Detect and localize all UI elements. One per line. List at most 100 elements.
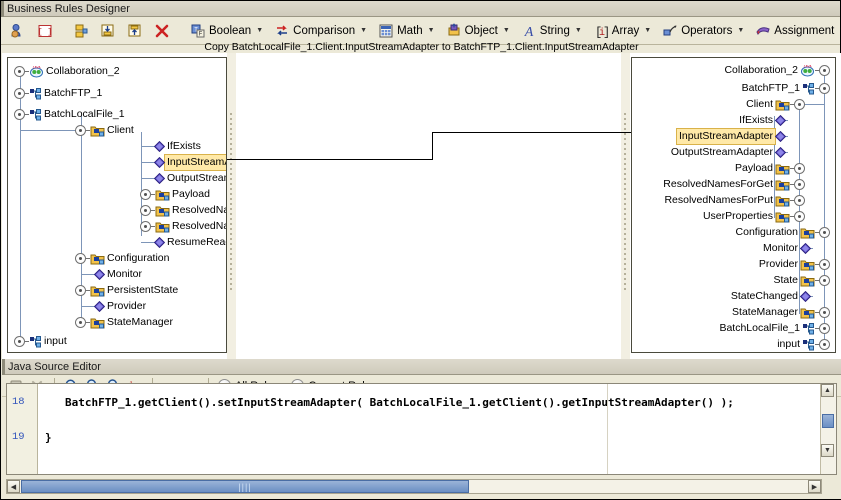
expand-handle-icon[interactable] <box>14 66 25 77</box>
code-vertical-scrollbar[interactable]: ▲ ▼ <box>820 384 836 474</box>
diamond-icon <box>774 130 787 143</box>
menu-comparison[interactable]: Comparison ▼ <box>269 20 372 42</box>
right-splitter[interactable] <box>621 53 630 359</box>
tree-item-label: BatchFTP_1 <box>44 87 103 99</box>
tree-item-collaboration_2[interactable]: JAVA Collaboration_2 <box>14 64 122 79</box>
insert-above-button[interactable] <box>122 20 148 42</box>
tree-item-configuration[interactable]: Configuration <box>734 225 830 240</box>
folder-icon <box>90 124 105 137</box>
scroll-thumb-grip: |||| <box>238 481 252 492</box>
code-editor[interactable]: 18 19 BatchFTP_1.getClient().setInputStr… <box>6 383 837 475</box>
tree-item-input[interactable]: input <box>775 337 830 352</box>
expand-handle-icon[interactable] <box>75 285 86 296</box>
scroll-right-arrow-icon[interactable]: ▶ <box>808 480 821 493</box>
source-tree-panel[interactable]: JAVA Collaboration_2 BatchFTP_1 BatchLoc… <box>7 57 227 353</box>
expand-handle-icon[interactable] <box>819 83 830 94</box>
tree-item-userproperties[interactable]: UserProperties <box>701 209 805 224</box>
expand-handle-icon[interactable] <box>75 125 86 136</box>
tree-item-inputstreamadapter[interactable]: InputStreamAdapter <box>676 128 787 145</box>
tree-item-inputstreamadapter[interactable]: InputStreamAdapter <box>153 154 226 171</box>
tree-item-client[interactable]: Client <box>744 97 805 112</box>
expand-handle-icon[interactable] <box>819 323 830 334</box>
scroll-up-arrow-icon[interactable]: ▲ <box>821 384 834 397</box>
expand-handle-icon[interactable] <box>75 317 86 328</box>
tree-item-batchlocalfile_1[interactable]: BatchLocalFile_1 <box>14 107 127 122</box>
tree-item-payload[interactable]: Payload <box>140 187 212 202</box>
node-icon <box>29 335 42 348</box>
tree-item-monitor[interactable]: Monitor <box>93 267 144 282</box>
expand-handle-icon[interactable] <box>140 189 151 200</box>
tree-item-persistentstate[interactable]: PersistentState <box>75 283 180 298</box>
target-tree-panel[interactable]: Collaboration_2 JAVA BatchFTP_1 Client I… <box>631 57 836 353</box>
menu-operators[interactable]: Operators ▼ <box>657 20 749 42</box>
menu-boolean[interactable]: T F Boolean ▼ <box>185 20 268 42</box>
expand-handle-icon[interactable] <box>794 179 805 190</box>
expand-handle-icon[interactable] <box>819 339 830 350</box>
expand-handle-icon[interactable] <box>14 109 25 120</box>
tree-item-batchftp_1[interactable]: BatchFTP_1 <box>740 81 830 96</box>
left-splitter[interactable] <box>227 53 236 359</box>
vertical-scroll-thumb[interactable] <box>822 414 834 428</box>
expand-handle-icon[interactable] <box>819 275 830 286</box>
tree-item-outputstreamadapter[interactable]: OutputStreamAdapter <box>669 145 787 160</box>
tree-item-statechanged[interactable]: StateChanged <box>729 289 812 304</box>
tree-item-resolvednamesforget[interactable]: ResolvedNamesForGet <box>661 177 805 192</box>
delete-button[interactable] <box>149 20 175 42</box>
tree-item-configuration[interactable]: Configuration <box>75 251 171 266</box>
diamond-icon <box>153 172 166 185</box>
expand-handle-icon[interactable] <box>794 99 805 110</box>
tree-item-provider[interactable]: Provider <box>93 299 148 314</box>
diamond-icon <box>153 140 166 153</box>
menu-object[interactable]: Object ▼ <box>441 20 515 42</box>
expand-handle-icon[interactable] <box>794 195 805 206</box>
tree-item-input[interactable]: input <box>14 334 69 349</box>
folder-icon <box>155 220 170 233</box>
expand-handle-icon[interactable] <box>140 221 151 232</box>
tree-item-resolvednamestoput[interactable]: ResolvedNamesToPut <box>140 219 226 234</box>
tree-item-ifexists[interactable]: IfExists <box>153 139 203 154</box>
tree-item-collaboration_2[interactable]: Collaboration_2 JAVA <box>722 63 830 78</box>
expand-handle-icon[interactable] <box>14 336 25 347</box>
expand-handle-icon[interactable] <box>75 253 86 264</box>
expand-handle-icon[interactable] <box>794 163 805 174</box>
tree-item-batchlocalfile_1[interactable]: BatchLocalFile_1 <box>717 321 830 336</box>
tree-item-outputstreamadapter[interactable]: OutputStreamAdapter <box>153 171 226 186</box>
menu-array[interactable]: [ i ] Array ▼ <box>588 20 656 42</box>
node-icon <box>29 87 42 100</box>
code-line[interactable]: BatchFTP_1.getClient().setInputStreamAda… <box>65 396 734 409</box>
code-line[interactable]: } <box>45 431 52 444</box>
code-horizontal-scrollbar[interactable]: ◀ |||| ▶ <box>6 479 822 494</box>
expand-handle-icon[interactable] <box>794 211 805 222</box>
tree-item-client[interactable]: Client <box>75 123 136 138</box>
tree-item-payload[interactable]: Payload <box>733 161 805 176</box>
tree-item-monitor[interactable]: Monitor <box>761 241 812 256</box>
tree-item-batchftp_1[interactable]: BatchFTP_1 <box>14 86 104 101</box>
tree-item-provider[interactable]: Provider <box>757 257 830 272</box>
scroll-left-arrow-icon[interactable]: ◀ <box>7 480 20 493</box>
menu-assignment[interactable]: Assignment ▼ <box>750 20 841 42</box>
scroll-down-arrow-icon[interactable]: ▼ <box>821 444 834 457</box>
expand-handle-icon[interactable] <box>819 227 830 238</box>
expand-handle-icon[interactable] <box>819 65 830 76</box>
expand-handle-icon[interactable] <box>819 307 830 318</box>
tree-item-resolvednamestoget[interactable]: ResolvedNamesToGet <box>140 203 226 218</box>
add-rule-button[interactable] <box>68 20 94 42</box>
tree-item-statemanager[interactable]: StateManager <box>730 305 830 320</box>
tree-item-label: IfExists <box>167 140 201 152</box>
tree-item-state[interactable]: State <box>771 273 830 288</box>
menu-string[interactable]: A String ▼ <box>516 20 587 42</box>
user-rule-button[interactable] <box>5 20 31 42</box>
horizontal-scroll-thumb[interactable]: |||| <box>21 480 469 493</box>
expand-handle-icon[interactable] <box>14 88 25 99</box>
tree-item-resolvednamesforput[interactable]: ResolvedNamesForPut <box>662 193 805 208</box>
tree-item-resumereadinginprogress[interactable]: ResumeReadingInProgress <box>153 235 226 250</box>
insert-below-button[interactable] <box>95 20 121 42</box>
tree-item-ifexists[interactable]: IfExists <box>737 113 787 128</box>
expand-handle-icon[interactable] <box>819 259 830 270</box>
brackets-button[interactable]: [ ] <box>32 20 58 42</box>
expand-handle-icon[interactable] <box>140 205 151 216</box>
tree-item-statemanager[interactable]: StateManager <box>75 315 175 330</box>
mapping-wire-segment-1 <box>192 159 432 160</box>
menu-math[interactable]: Math ▼ <box>373 20 440 42</box>
titlebar-grip <box>1 1 4 17</box>
